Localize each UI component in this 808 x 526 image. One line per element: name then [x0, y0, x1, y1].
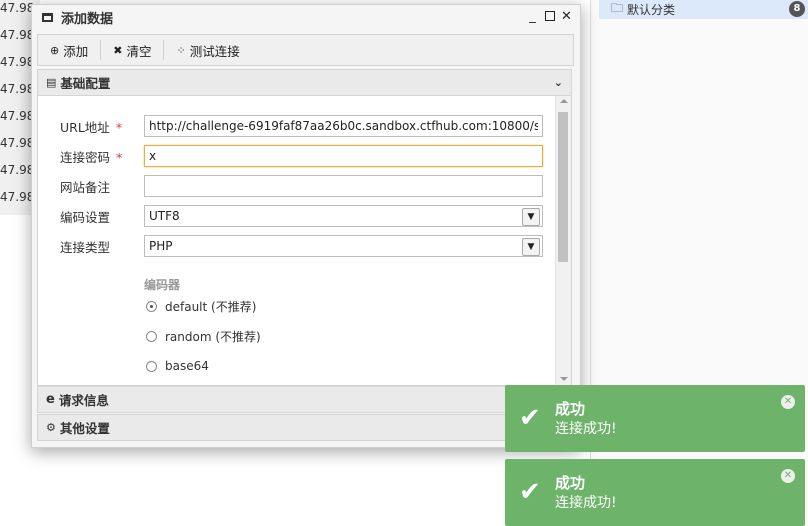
section-basic-title: 基础配置 [60, 76, 111, 91]
encoding-label: 编码设置 [60, 209, 111, 225]
type-value: PHP [149, 239, 173, 253]
encoder-label: 编码器 [144, 278, 181, 292]
test-connection-button[interactable]: ⁘ 测试连接 [164, 35, 251, 65]
add-button[interactable]: ⊕ 添加 [38, 35, 100, 65]
checkmark-icon: ✔ [519, 403, 541, 433]
minimize-button[interactable]: _ [527, 9, 538, 24]
success-toast: ✔ 成功 连接成功! ✕ [505, 385, 805, 452]
note-input[interactable] [144, 175, 543, 197]
window-title: 添加数据 [61, 12, 114, 27]
toast-message: 连接成功! [555, 495, 617, 511]
checkmark-icon: ✔ [519, 477, 541, 507]
section-other-settings[interactable]: ⚙ 其他设置 [37, 414, 572, 441]
encoder-option-label: random (不推荐) [165, 329, 261, 344]
plus-circle-icon: ⊕ [50, 43, 60, 57]
type-select[interactable]: PHP ▼ [144, 235, 543, 257]
section-request-title: 请求信息 [58, 393, 109, 408]
section-request-info[interactable]: e 请求信息 [37, 386, 572, 413]
category-count-badge: 8 [789, 1, 805, 17]
radio-button[interactable] [146, 330, 157, 342]
password-input[interactable] [144, 145, 543, 167]
toast-title: 成功 [555, 400, 586, 418]
category-item-default[interactable]: 🗀 默认分类 8 [599, 0, 808, 19]
section-other-title: 其他设置 [59, 421, 110, 436]
encoding-select[interactable]: UTF8 ▼ [144, 205, 543, 227]
encoder-option-random[interactable]: random (不推荐) [146, 328, 261, 344]
encoder-option-base64[interactable]: base64 [146, 358, 209, 374]
basic-config-form: URL地址* 连接密码* 网站备注 编码设置 UTF8 ▼ 连接类型 PHP ▼… [37, 96, 572, 386]
toolbar: ⊕ 添加 ✖ 清空 ⁘ 测试连接 [37, 34, 574, 66]
maximize-icon [544, 11, 555, 21]
clear-button[interactable]: ✖ 清空 [101, 35, 163, 65]
ie-icon: e [46, 392, 55, 407]
encoder-option-label: default (不推荐) [165, 299, 257, 314]
scroll-up-icon[interactable] [560, 99, 568, 103]
add-data-window: 添加数据 _ ✕ ⊕ 添加 ✖ 清空 ⁘ 测试连接 ▤ 基础配置 ⌄ URL地址… [31, 4, 581, 448]
toast-message: 连接成功! [555, 421, 617, 437]
chevron-down-icon[interactable]: ▼ [522, 238, 540, 256]
success-toast: ✔ 成功 连接成功! ✕ [505, 459, 805, 526]
category-label: 默认分类 [627, 3, 676, 17]
maximize-button[interactable] [544, 9, 555, 23]
x-icon: ✖ [113, 43, 123, 57]
required-mark: * [115, 119, 123, 135]
chevron-down-icon: ⌄ [553, 76, 563, 89]
folder-icon: 🗀 [611, 1, 624, 15]
type-label: 连接类型 [60, 239, 111, 255]
url-label: URL地址 * [60, 119, 123, 135]
note-label: 网站备注 [60, 179, 111, 195]
radio-button[interactable] [146, 360, 157, 372]
chevron-down-icon[interactable]: ▼ [522, 208, 540, 226]
close-icon[interactable]: ✕ [781, 469, 795, 483]
radio-button[interactable] [146, 300, 157, 312]
gears-icon: ⚙ [46, 421, 56, 434]
spinner-icon: ⁘ [176, 43, 186, 57]
encoding-value: UTF8 [149, 209, 180, 223]
required-mark: * [116, 149, 123, 165]
close-icon[interactable]: ✕ [781, 395, 795, 409]
test-connection-label: 测试连接 [189, 43, 240, 59]
encoder-option-default[interactable]: default (不推荐) [146, 298, 256, 314]
encoder-option-label: base64 [165, 359, 209, 373]
password-label: 连接密码 * [60, 149, 123, 165]
url-input[interactable] [144, 115, 543, 137]
document-icon: ▤ [46, 76, 57, 89]
clear-button-label: 清空 [126, 43, 152, 59]
window-icon [42, 13, 53, 22]
section-basic-config[interactable]: ▤ 基础配置 ⌄ [37, 69, 572, 96]
window-titlebar[interactable]: 添加数据 _ ✕ [32, 5, 580, 30]
close-button[interactable]: ✕ [561, 9, 572, 24]
add-button-label: 添加 [63, 43, 89, 59]
scroll-thumb[interactable] [558, 112, 568, 262]
scroll-down-icon[interactable] [560, 377, 568, 381]
toast-title: 成功 [555, 474, 586, 492]
